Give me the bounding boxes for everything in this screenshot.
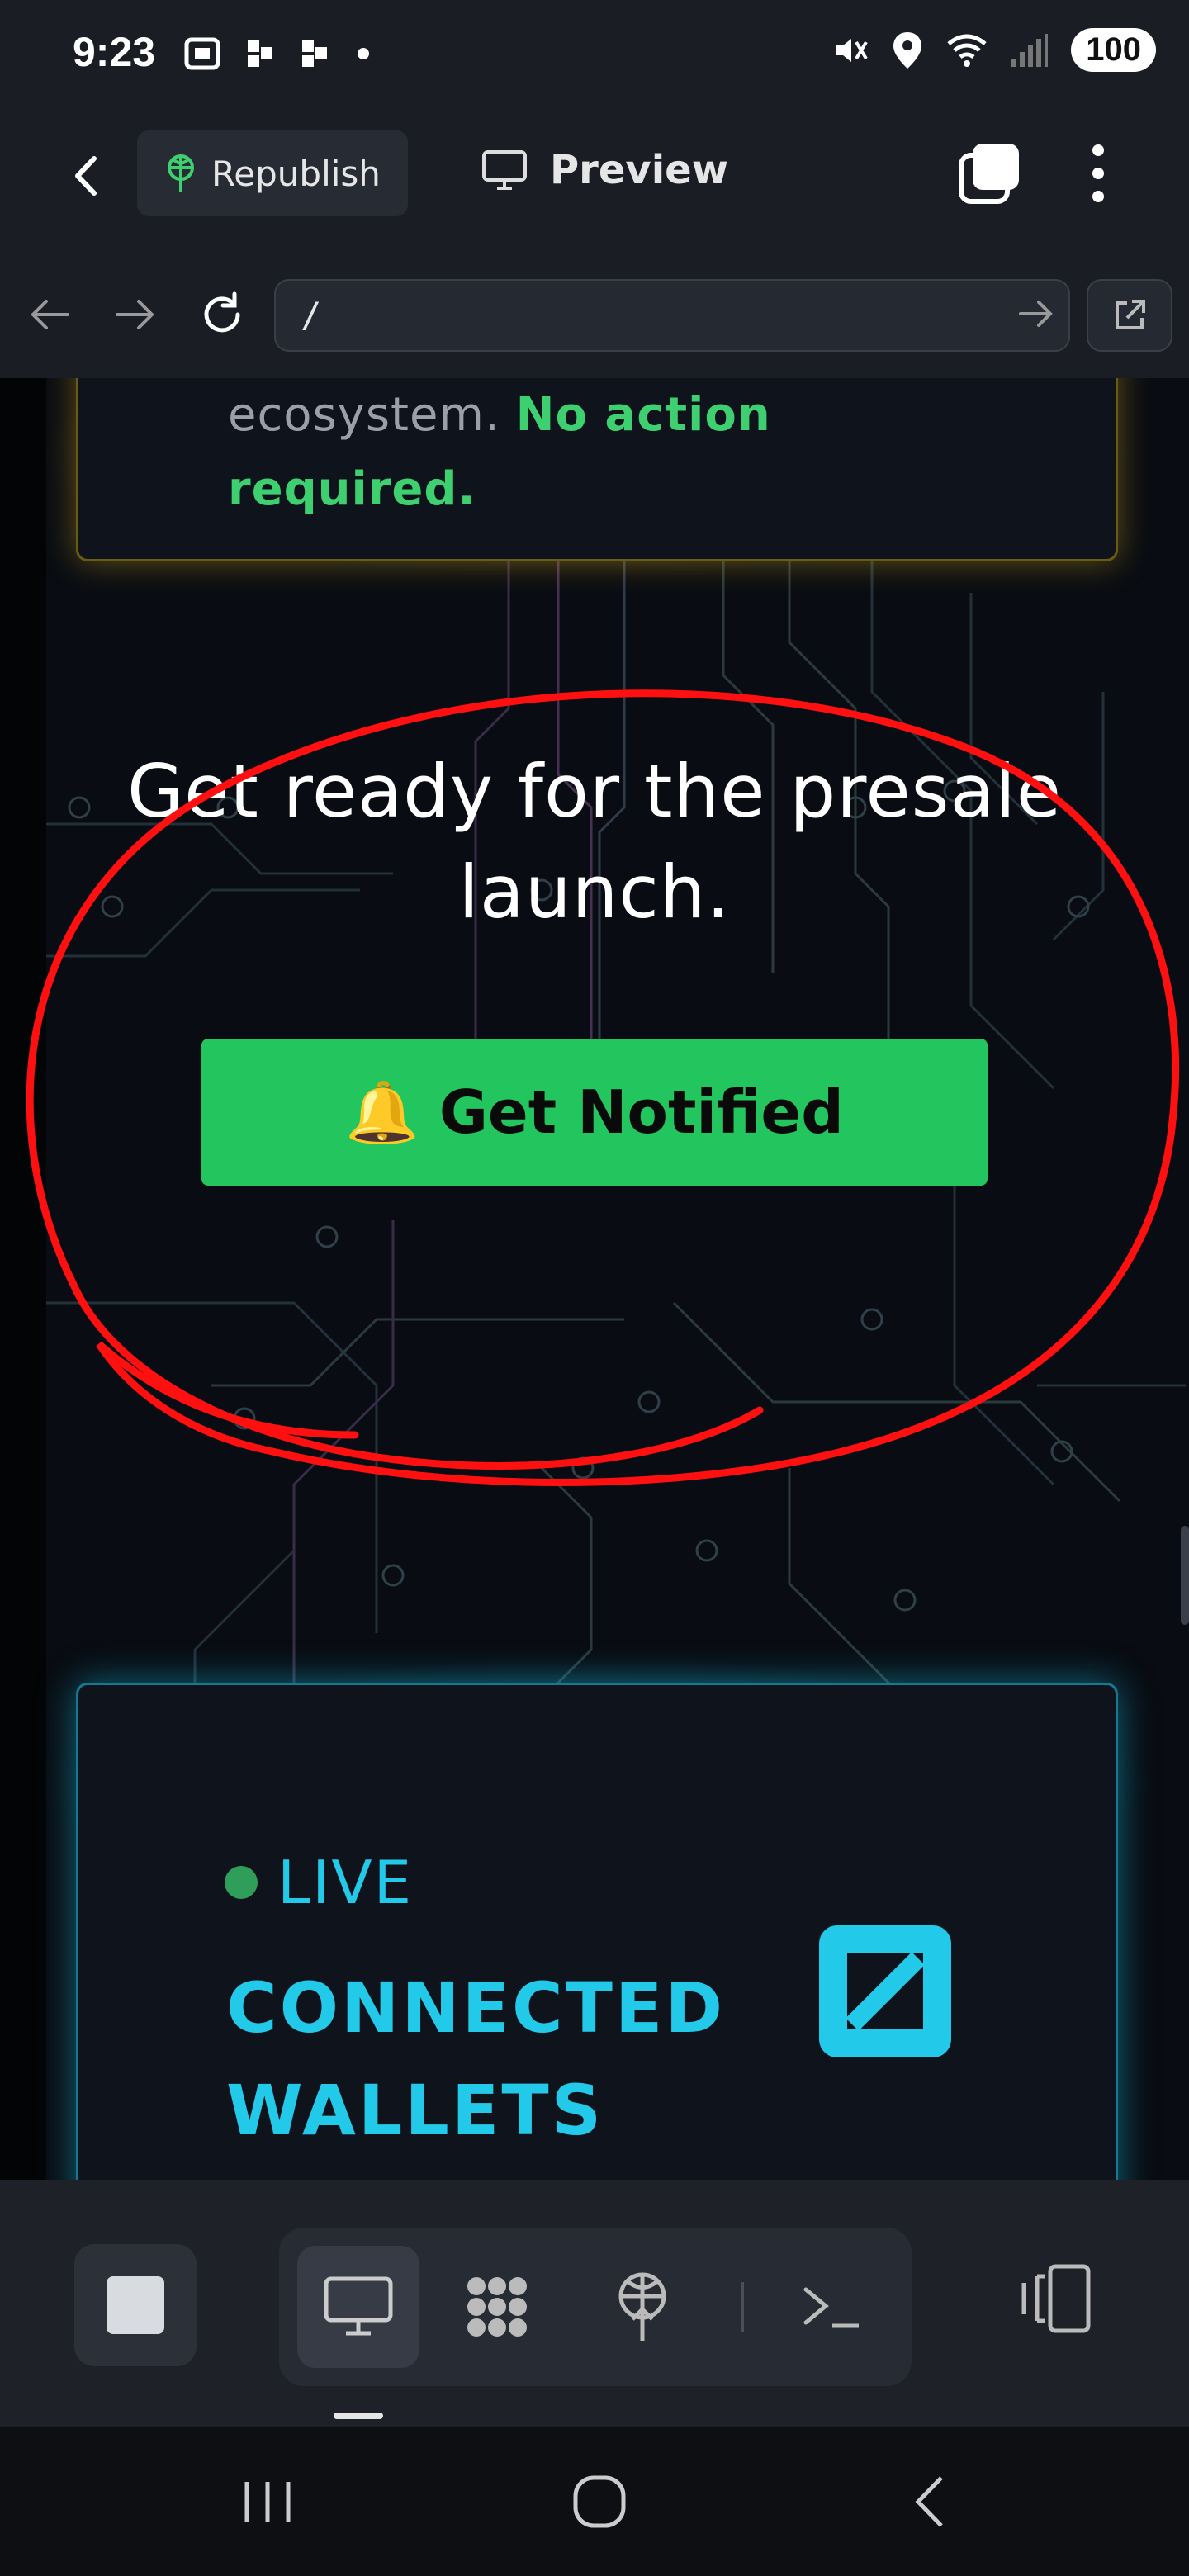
location-icon [893,31,922,69]
connected-wallets-title: CONNECTED WALLETS [226,1957,788,2162]
live-dot-icon [225,1866,258,1899]
info-text-muted: ecosystem. [228,388,500,442]
preview-label: Preview [550,147,729,193]
mute-icon [836,38,868,62]
wallet-icon [819,1925,951,2057]
reload-button[interactable] [197,289,248,343]
home-indicator [334,2413,383,2419]
terminal-icon [803,2287,859,2328]
toolbar-divider [741,2282,744,2332]
android-navigation-bar [0,2427,1189,2576]
preview-tool-button[interactable] [297,2246,419,2368]
browser-forward-button[interactable] [112,294,159,339]
kebab-menu-icon [1092,144,1104,202]
signal-icon [1011,33,1049,67]
workspace-tool-button[interactable] [436,2246,558,2368]
status-bar: 9:23 100 [0,0,1189,116]
arrow-left-icon [31,300,69,329]
tool-group [279,2228,912,2386]
shell-tool-button[interactable] [771,2246,893,2368]
republish-label: Republish [211,153,381,194]
deploy-icon [618,2272,666,2341]
deploy-icon [168,154,194,192]
bottom-toolbar [0,2180,1189,2427]
recent-apps-icon [244,2482,291,2522]
page-edge [0,378,46,2180]
live-status: LIVE [225,1848,413,1917]
device-switch-icon [1021,2264,1091,2333]
wallets-title-line-2: WALLETS [226,2070,604,2151]
browser-back-button[interactable] [26,294,73,339]
info-text-highlight: No action [515,388,771,442]
app-notification-icon [302,40,327,67]
screenshot-icon [184,37,220,70]
devices-button[interactable] [1004,2249,1103,2348]
scrollbar-thumb[interactable] [1181,1526,1189,1625]
arrow-right-icon [1019,301,1053,327]
grid-blob-icon [467,2277,527,2337]
url-input[interactable]: / [274,279,1070,352]
stop-icon [107,2276,164,2334]
more-options-button[interactable] [1082,140,1115,206]
wifi-icon [947,34,987,67]
reload-icon [204,291,240,333]
monitor-icon [324,2276,393,2336]
info-text-highlight-2: required. [228,462,476,516]
external-link-icon [1116,300,1145,329]
deploy-tool-button[interactable] [581,2246,703,2368]
back-button[interactable] [59,147,117,205]
home-button[interactable] [558,2469,641,2535]
get-notified-label: Get Notified [438,1077,844,1147]
status-system-icons: 100 [830,28,1156,72]
live-label: LIVE [277,1848,414,1917]
republish-button[interactable]: Republish [137,130,408,216]
presale-headline: Get ready for the presale launch. [50,741,1139,943]
stop-button[interactable] [74,2244,197,2366]
battery-indicator: 100 [1071,28,1156,72]
info-card-text: ecosystem. No action required. [228,378,971,527]
url-bar: / [0,254,1189,378]
dot-icon [358,48,369,59]
chevron-left-icon [75,156,97,196]
system-back-button[interactable] [890,2469,973,2535]
tabs-icon [959,144,1019,204]
app-notification-icon [248,40,272,67]
preview-tab[interactable]: Preview [481,147,728,193]
bell-icon: 🔔 [345,1077,419,1147]
chevron-left-icon [915,2476,943,2527]
app-header: Republish Preview [0,116,1189,256]
headline-line-2: launch. [458,850,731,935]
arrow-right-icon [116,300,154,329]
status-notification-icons [183,35,372,73]
status-time: 9:23 [73,29,156,75]
recent-apps-button[interactable] [226,2469,309,2535]
go-button[interactable] [1017,296,1055,335]
monitor-icon [482,150,527,190]
wallets-title-line-1: CONNECTED [226,1968,726,2048]
headline-line-1: Get ready for the presale [126,749,1062,834]
web-preview[interactable]: ecosystem. No action required. Get ready… [0,378,1189,2180]
open-external-button[interactable] [1087,279,1172,352]
home-icon [573,2475,626,2528]
tabs-button[interactable] [956,140,1022,206]
get-notified-button[interactable]: 🔔 Get Notified [201,1039,988,1186]
